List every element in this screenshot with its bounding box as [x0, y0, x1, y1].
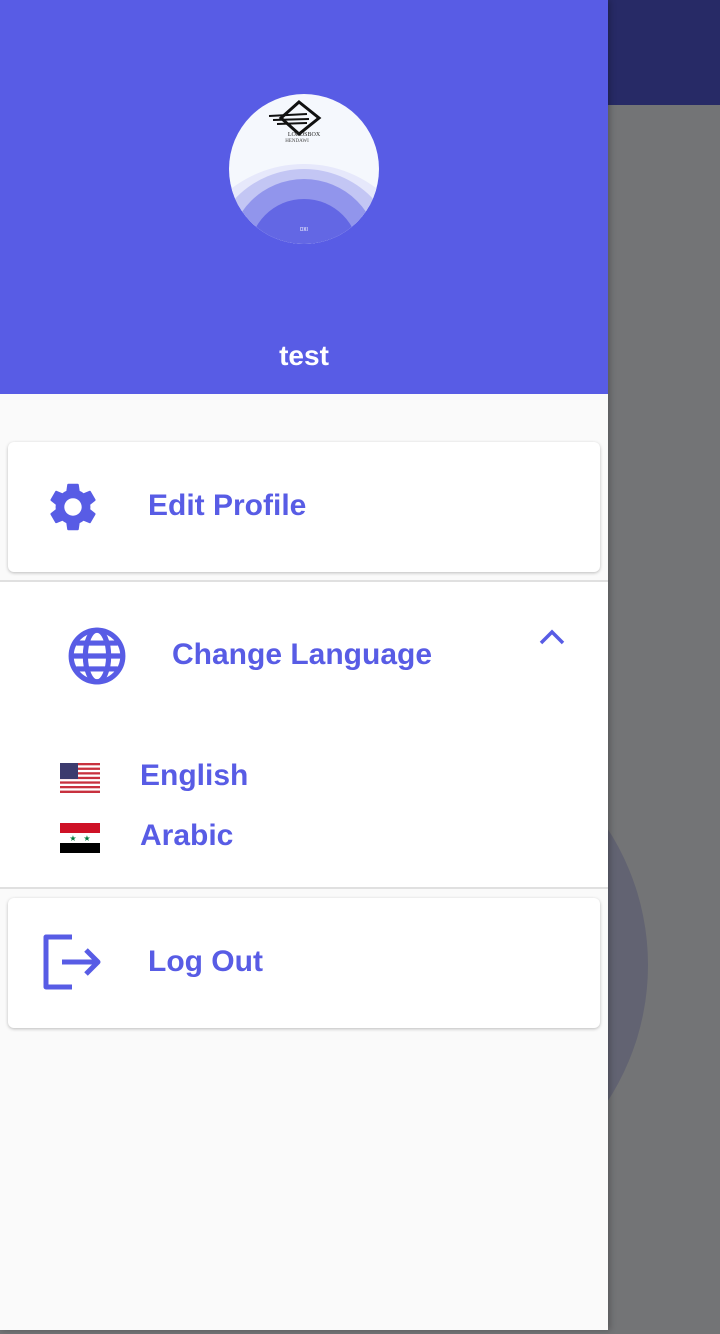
change-language-expansion: Change Language English ★ ★ Arabic	[0, 582, 608, 888]
lordsbox-logo-icon: DXI LORDSBOX HENDAWI	[229, 100, 379, 244]
change-language-header[interactable]: Change Language	[0, 582, 608, 727]
svg-text:★: ★	[83, 834, 90, 843]
language-option-arabic[interactable]: ★ ★ Arabic	[0, 810, 608, 866]
syria-flag-icon: ★ ★	[60, 823, 100, 853]
gear-icon	[50, 483, 96, 531]
log-out-label: Log Out	[148, 945, 263, 978]
drawer-header: DXI LORDSBOX HENDAWI test	[0, 0, 608, 394]
language-option-english[interactable]: English	[0, 750, 608, 806]
arabic-label: Arabic	[140, 819, 234, 852]
english-label: English	[140, 759, 249, 792]
navigation-drawer: DXI LORDSBOX HENDAWI test Edit Profile C…	[0, 0, 608, 1330]
scrim-overlay[interactable]	[608, 0, 720, 1334]
edit-profile-label: Edit Profile	[148, 489, 307, 522]
change-language-label: Change Language	[172, 638, 433, 671]
svg-text:LORDSBOX: LORDSBOX	[288, 132, 321, 138]
chevron-up-icon[interactable]	[538, 627, 566, 647]
logout-icon	[43, 934, 101, 990]
us-flag-icon	[60, 763, 100, 793]
svg-text:★: ★	[69, 834, 76, 843]
user-name: test	[279, 340, 329, 371]
divider	[0, 887, 608, 889]
avatar[interactable]: DXI LORDSBOX HENDAWI	[229, 94, 379, 244]
edit-profile-button[interactable]: Edit Profile	[8, 442, 600, 572]
log-out-button[interactable]: Log Out	[8, 898, 600, 1028]
globe-icon	[68, 627, 126, 685]
svg-text:HENDAWI: HENDAWI	[285, 139, 309, 144]
svg-text:DXI: DXI	[300, 227, 308, 233]
